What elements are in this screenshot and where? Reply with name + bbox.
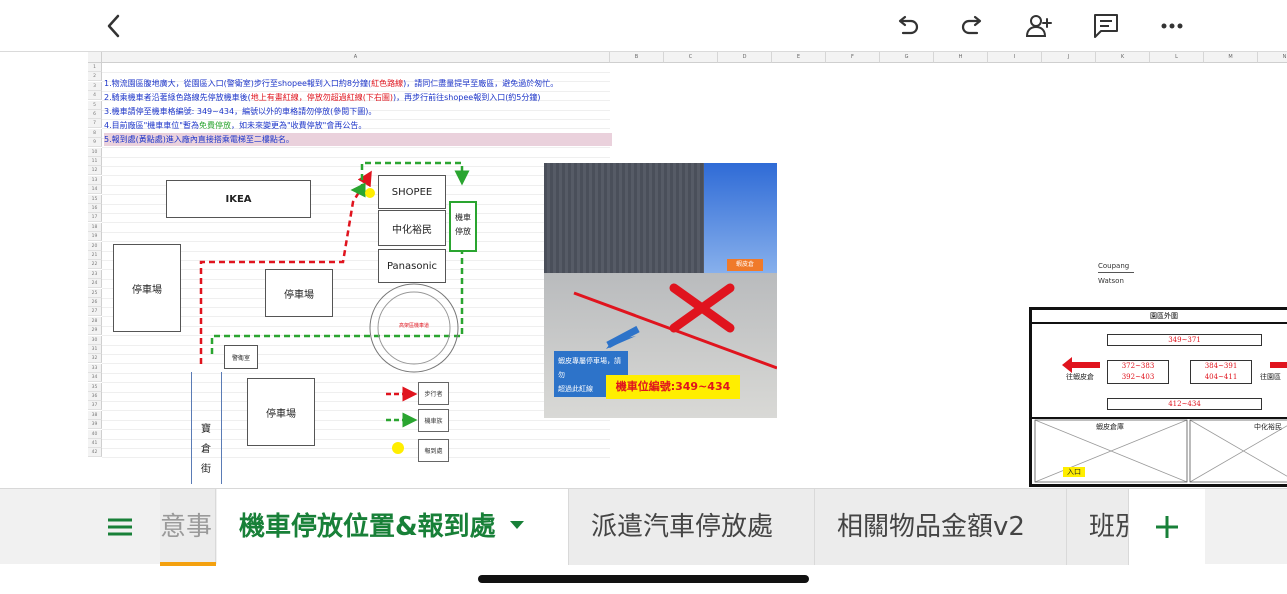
slot-diagram-arrows [1032,357,1287,483]
legend-checkin: 報到處 [418,439,449,462]
chevron-left-icon[interactable] [96,8,132,44]
zhonghua-building: 中化裕民 [378,210,446,246]
legend-walker: 步行者 [418,382,449,405]
column-header[interactable]: M [1204,52,1258,63]
entrance-label: 入口 [1063,467,1085,477]
parking-left-label: 停車場 [132,284,162,296]
to-warehouse-label: 往蝦皮倉 [1066,373,1094,381]
tab-4-label: 班別 [1089,512,1128,542]
label-divider [1098,272,1134,273]
street-char-1: 寶 [201,424,211,435]
tab-partial-left[interactable]: 意事 [160,489,216,565]
tab-active-label: 機車停放位置&報到處 [239,512,496,542]
photo-warehouse-tag: 蝦皮倉 [727,259,763,271]
top-toolbar [0,0,1287,52]
tab-3[interactable]: 相關物品金額v2 [815,489,1067,565]
more-horizontal-icon[interactable] [1154,8,1190,44]
panasonic-building: Panasonic [378,249,446,283]
undo-icon[interactable] [889,8,925,44]
to-campus-label: 往園區 [1260,373,1281,381]
column-header[interactable]: L [1150,52,1204,63]
tab-partial-label: 意事 [160,512,213,542]
street-char-2: 倉 [201,444,211,455]
tab-4[interactable]: 班別 [1067,489,1129,565]
column-header[interactable]: H [934,52,988,63]
column-header[interactable]: F [826,52,880,63]
moto-park-line-1: 機車 [455,213,471,222]
column-header[interactable]: J [1042,52,1096,63]
tab-2-label: 派遣汽車停放處 [591,512,774,542]
street-char-3: 街 [201,464,211,475]
column-header[interactable]: N [1258,52,1287,63]
guard-label: 警衛室 [231,354,250,362]
add-person-icon[interactable] [1021,8,1057,44]
home-indicator [478,575,809,583]
redo-icon[interactable] [955,8,991,44]
parking-lot-bottom: 停車場 [247,378,315,446]
moto-slot-diagram[interactable]: 園區外圍 349~371 372~383 392~403 384~391 404… [1029,307,1287,487]
parking-mid-label: 停車場 [284,289,314,301]
zhonghua-label: 中化裕民 [392,224,432,236]
legend-moto-label: 機車族 [424,418,443,425]
zhonghua-diagram-label: 中化裕民 [1254,423,1282,431]
warehouse-label: 蝦皮倉庫 [1096,423,1124,431]
spreadsheet-grid[interactable]: ABCDEFGHIJKLMNOP 12345678910111213141516… [88,52,1287,488]
panasonic-label: Panasonic [386,260,438,272]
roundabout-label: 高架區機車道 [398,323,429,329]
ikea-building: IKEA [166,180,311,218]
coupang-label: Coupang [1098,262,1130,270]
ikea-label: IKEA [225,193,252,205]
parking-bottom-label: 停車場 [266,408,296,420]
hamburger-menu-icon[interactable] [96,503,144,551]
parking-lot-mid: 停車場 [265,269,333,317]
tab-2[interactable]: 派遣汽車停放處 [569,489,815,565]
legend-walker-label: 步行者 [424,391,443,398]
column-header[interactable]: G [880,52,934,63]
shopee-building: SHOPEE [378,175,446,209]
tab-color-underline [160,562,216,566]
plus-icon[interactable] [1129,489,1205,565]
street-line-left [191,372,192,484]
moto-parking-box: 機車 停放 [449,201,477,252]
parking-lot-left: 停車場 [113,244,181,332]
legend-checkin-label: 報到處 [424,448,443,455]
sheet-tab-bar: 意事 機車停放位置&報到處 派遣汽車停放處 相關物品金額v2 班別 [0,488,1287,566]
shopee-label: SHOPEE [391,186,433,198]
legend-moto: 機車族 [418,409,449,432]
column-header[interactable]: I [988,52,1042,63]
tab-3-label: 相關物品金額v2 [837,512,1025,542]
street-line-right [221,372,222,484]
street-name: 寶 倉 街 [198,420,214,480]
photo-slot-number-label: 機車位編號:349~434 [606,375,740,399]
watson-label: Watson [1098,277,1124,285]
spreadsheet-app: ABCDEFGHIJKLMNOP 12345678910111213141516… [0,0,1287,594]
caret-down-icon[interactable] [509,520,524,529]
tab-active[interactable]: 機車停放位置&報到處 [217,489,569,565]
comment-icon[interactable] [1088,8,1124,44]
guard-house: 警衛室 [224,345,258,369]
moto-park-line-2: 停放 [455,227,471,236]
column-header[interactable]: K [1096,52,1150,63]
parking-photo[interactable]: 蝦皮倉 蝦皮專屬停車場，請勿 超過此紅線 機車位編號:349~434 [544,163,777,418]
